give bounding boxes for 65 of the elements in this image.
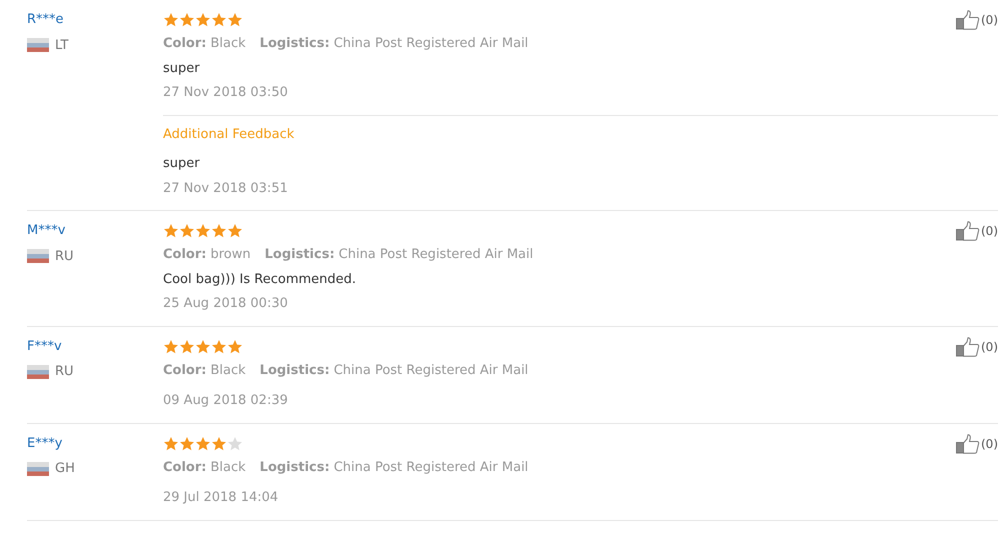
like-button[interactable]: (0) <box>956 434 998 454</box>
review-text: Cool bag))) Is Recommended. <box>163 272 356 286</box>
flag-icon <box>27 249 49 263</box>
logistics-label: Logistics: <box>260 460 330 474</box>
flag-icon <box>27 364 49 378</box>
star-icon <box>227 338 243 354</box>
star-icon <box>195 12 211 28</box>
logistics-label: Logistics: <box>264 247 335 262</box>
star-icon <box>195 338 211 354</box>
color-value: Black <box>210 362 246 378</box>
star-icon <box>211 12 227 28</box>
star-icon <box>179 338 195 354</box>
star-icon <box>211 338 227 354</box>
like-button[interactable]: (0) <box>956 10 998 30</box>
country-code: GH <box>55 461 75 476</box>
logistics-label: Logistics: <box>260 362 330 378</box>
thumbs-up-icon <box>956 10 980 30</box>
logistics-label: Logistics: <box>260 36 330 51</box>
color-label: Color: <box>163 460 206 474</box>
review-text: super <box>163 156 200 171</box>
like-button[interactable]: (0) <box>956 221 998 241</box>
review-date: 27 Nov 2018 03:51 <box>163 180 288 196</box>
country-code: LT <box>55 38 68 52</box>
star-icon <box>163 223 179 239</box>
user-name-link[interactable]: E***y <box>27 432 163 456</box>
star-icon <box>179 223 195 239</box>
color-value: Black <box>210 460 246 474</box>
star-icon <box>195 223 211 239</box>
color-label: Color: <box>163 36 206 51</box>
user-name-link[interactable]: M***v <box>27 219 163 243</box>
thumbs-up-icon <box>956 221 980 241</box>
review-date: 09 Aug 2018 02:39 <box>163 393 288 408</box>
star-icon <box>211 223 227 239</box>
country-code: RU <box>55 248 74 264</box>
color-label: Color: <box>163 362 206 378</box>
star-icon <box>227 223 243 239</box>
like-button[interactable]: (0) <box>956 336 998 356</box>
logistics-value: China Post Registered Air Mail <box>334 36 528 51</box>
thumbs-up-icon <box>956 336 980 356</box>
logistics-value: China Post Registered Air Mail <box>334 362 528 378</box>
thumbs-up-icon <box>956 434 980 454</box>
star-icon <box>227 12 243 28</box>
review-date: 29 Jul 2018 14:04 <box>163 490 278 505</box>
star-icon <box>211 436 227 452</box>
color-value: Black <box>210 36 246 51</box>
review-date: 25 Aug 2018 00:30 <box>163 296 288 311</box>
star-icon <box>163 436 179 452</box>
country-code: RU <box>55 364 74 379</box>
user-name-link[interactable]: R***e <box>27 8 163 32</box>
star-icon <box>179 436 195 452</box>
logistics-value: China Post Registered Air Mail <box>338 247 534 262</box>
star-icon <box>227 436 243 452</box>
logistics-value: China Post Registered Air Mail <box>334 460 528 474</box>
color-label: Color: <box>163 247 206 262</box>
review-date: 27 Nov 2018 03:50 <box>163 85 288 100</box>
star-icon <box>179 12 195 28</box>
additional-feedback-heading: Additional Feedback <box>163 126 294 142</box>
flag-icon <box>27 38 49 52</box>
color-value: brown <box>210 247 251 262</box>
review-text: super <box>163 60 200 76</box>
flag-icon <box>27 462 49 476</box>
star-icon <box>195 436 211 452</box>
star-icon <box>163 12 179 28</box>
user-name-link[interactable]: F***v <box>27 334 163 358</box>
star-icon <box>163 338 179 354</box>
